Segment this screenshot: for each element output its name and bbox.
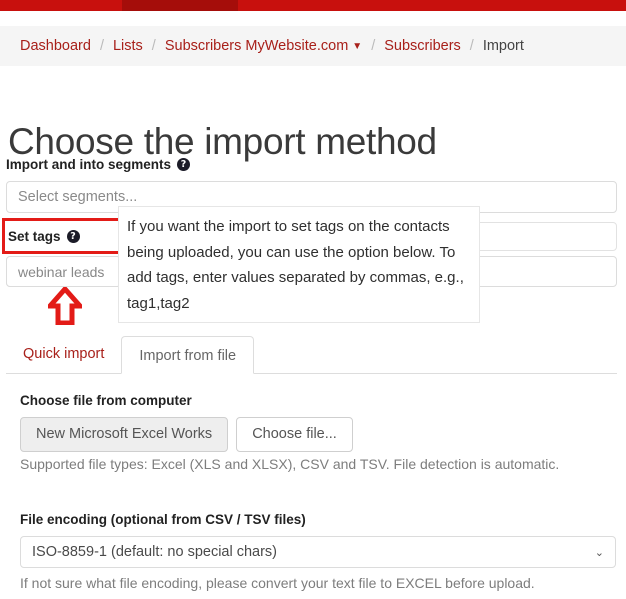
breadcrumb-separator: / (99, 38, 104, 54)
breadcrumb-separator: / (151, 38, 156, 54)
chevron-down-icon[interactable]: ⌄ (595, 546, 604, 559)
help-icon[interactable]: ? (66, 230, 80, 243)
breadcrumb-separator: / (469, 38, 474, 54)
set-tags-input[interactable]: webinar leads (6, 256, 121, 287)
breadcrumb-item-dashboard[interactable]: Dashboard (20, 38, 91, 54)
red-up-arrow-annotation (48, 287, 82, 325)
top-nav-active-item[interactable] (122, 0, 238, 11)
breadcrumb-item-import: Import (482, 38, 524, 54)
file-encoding-select[interactable]: ISO-8859-1 (default: no special chars) ⌄ (20, 536, 616, 568)
supported-file-types-text: Supported file types: Excel (XLS and XLS… (20, 456, 560, 472)
breadcrumb-separator: / (371, 38, 376, 54)
breadcrumb-item-subscribers[interactable]: Subscribers (384, 38, 461, 54)
file-chooser-row: New Microsoft Excel Works Choose file... (20, 417, 353, 452)
breadcrumb: Dashboard / Lists / Subscribers MyWebsit… (0, 26, 626, 66)
help-icon[interactable]: ? (177, 158, 191, 171)
file-encoding-selected-value: ISO-8859-1 (default: no special chars) (32, 544, 278, 560)
choose-file-label: Choose file from computer (20, 393, 192, 408)
breadcrumb-item-lists[interactable]: Lists (113, 38, 143, 54)
set-tags-label-text: Set tags (8, 229, 61, 244)
set-tags-tooltip: If you want the import to set tags on th… (118, 206, 480, 323)
import-method-tabs: Quick import Import from file (6, 335, 617, 374)
tab-import-from-file[interactable]: Import from file (121, 336, 255, 374)
chevron-down-icon[interactable]: ▼ (352, 41, 362, 52)
tab-quick-import[interactable]: Quick import (6, 335, 121, 373)
segments-label-text: Import and into segments (6, 157, 172, 172)
breadcrumb-item-subscribers-mywebsite[interactable]: Subscribers MyWebsite.com (165, 38, 348, 54)
selected-file-name: New Microsoft Excel Works (20, 417, 229, 452)
file-encoding-label: File encoding (optional from CSV / TSV f… (20, 512, 306, 527)
segments-label: Import and into segments ? (6, 157, 191, 172)
file-encoding-help-text: If not sure what file encoding, please c… (20, 575, 535, 591)
choose-file-button[interactable]: Choose file... (236, 417, 353, 452)
top-navigation-bar (0, 0, 626, 11)
set-tags-label: Set tags ? (8, 229, 80, 244)
